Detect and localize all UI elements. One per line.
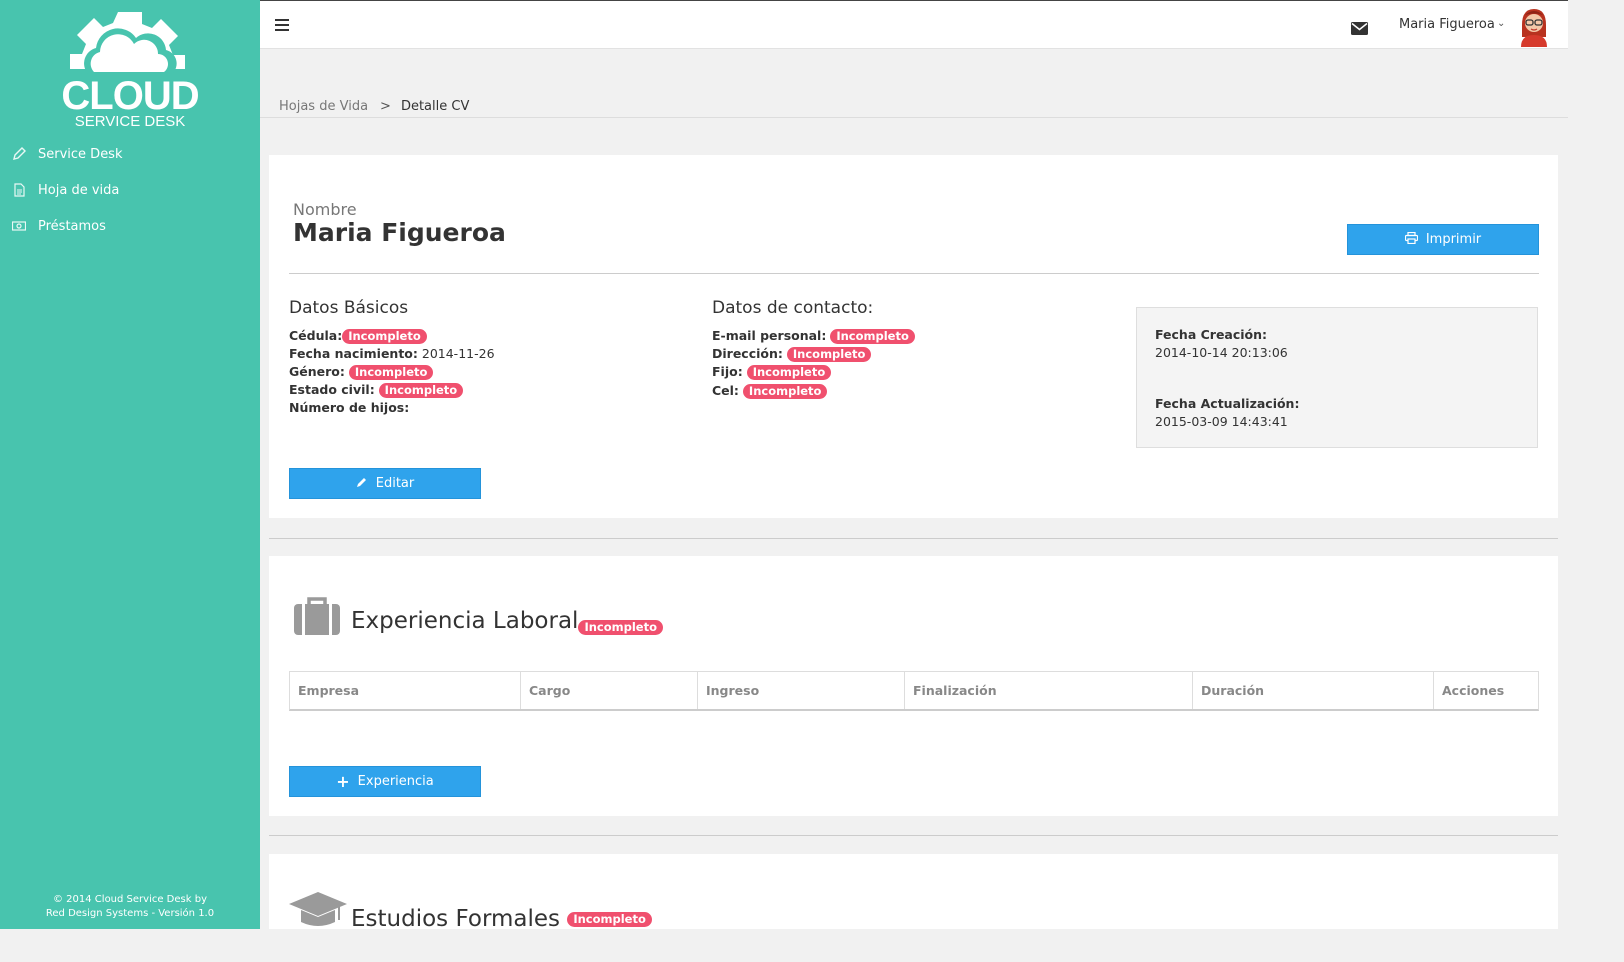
table-header[interactable]: Duración bbox=[1193, 672, 1434, 709]
breadcrumb-current: Detalle CV bbox=[400, 99, 470, 114]
breadcrumb-separator: > bbox=[380, 99, 391, 114]
children-label: Número de hijos: bbox=[289, 400, 410, 415]
address-label: Dirección: bbox=[712, 346, 783, 361]
civil-status-label: Estado civil: bbox=[289, 382, 375, 397]
status-badge: Incompleto bbox=[567, 912, 652, 927]
full-name: Maria Figueroa bbox=[293, 218, 506, 247]
education-panel: Estudios Formales Incompleto bbox=[269, 854, 1558, 932]
status-badge: Incompleto bbox=[786, 347, 872, 362]
divider bbox=[269, 835, 1558, 836]
gender-label: Género: bbox=[289, 364, 345, 379]
address-field: Dirección: Incompleto bbox=[712, 345, 872, 363]
plus-icon: + bbox=[336, 772, 350, 791]
edit-button[interactable]: Editar bbox=[289, 468, 481, 499]
footer-copyright: © 2014 Cloud Service Desk by bbox=[53, 894, 207, 905]
status-badge: Incompleto bbox=[348, 365, 434, 380]
breadcrumb: Hojas de Vida > Detalle CV bbox=[279, 99, 469, 114]
edit-button-label: Editar bbox=[375, 476, 415, 491]
gender-field: Género: Incompleto bbox=[289, 363, 434, 381]
footer-version: Red Design Systems - Versión 1.0 bbox=[45, 908, 215, 919]
sidebar: CLOUD SERVICE DESK Service Desk Hoja de … bbox=[0, 0, 260, 929]
briefcase-icon bbox=[294, 596, 340, 640]
menu-toggle-icon[interactable] bbox=[275, 19, 289, 31]
education-title-text: Estudios Formales bbox=[351, 906, 561, 932]
updated-label: Fecha Actualización: bbox=[1155, 396, 1300, 411]
printer-icon bbox=[1404, 231, 1418, 248]
sidebar-nav: Service Desk Hoja de vida Préstamos bbox=[0, 136, 260, 244]
record-dates-box: Fecha Creación: 2014-10-14 20:13:06 Fech… bbox=[1136, 307, 1538, 448]
logo-subtitle: SERVICE DESK bbox=[74, 113, 186, 130]
sidebar-item-hoja-de-vida[interactable]: Hoja de vida bbox=[0, 172, 260, 208]
add-experience-button[interactable]: + Experiencia bbox=[289, 766, 481, 797]
pencil-icon bbox=[12, 147, 26, 161]
cell-label: Cel: bbox=[712, 383, 739, 398]
sidebar-item-service-desk[interactable]: Service Desk bbox=[0, 136, 260, 172]
table-header[interactable]: Empresa bbox=[290, 672, 521, 709]
contact-data-title: Datos de contacto: bbox=[712, 298, 874, 318]
experience-title-text: Experiencia Laboral bbox=[351, 608, 579, 634]
sidebar-item-label: Service Desk bbox=[38, 146, 123, 162]
email-field: E-mail personal: Incompleto bbox=[712, 327, 915, 345]
chevron-down-icon[interactable]: ⌄ bbox=[1497, 18, 1505, 29]
sidebar-item-label: Préstamos bbox=[38, 218, 106, 234]
experience-panel: Experiencia Laboral Incompleto Empresa Ca… bbox=[269, 556, 1558, 816]
status-badge: Incompleto bbox=[578, 620, 663, 635]
print-button[interactable]: Imprimir bbox=[1347, 224, 1539, 255]
profile-panel: Nombre Maria Figueroa Imprimir Datos Bás… bbox=[269, 155, 1558, 518]
created-label: Fecha Creación: bbox=[1155, 327, 1268, 342]
divider bbox=[269, 538, 1558, 539]
logo[interactable]: CLOUD SERVICE DESK bbox=[60, 8, 200, 130]
status-badge: Incompleto bbox=[742, 384, 828, 399]
name-label: Nombre bbox=[293, 200, 357, 219]
experience-table: Empresa Cargo Ingreso Finalización Durac… bbox=[289, 671, 1539, 711]
breadcrumb-link-hojas-de-vida[interactable]: Hojas de Vida bbox=[279, 99, 368, 114]
status-badge: Incompleto bbox=[830, 329, 915, 344]
user-menu-name[interactable]: Maria Figueroa bbox=[1399, 17, 1495, 32]
add-experience-label: Experiencia bbox=[357, 774, 434, 789]
sidebar-item-label: Hoja de vida bbox=[38, 182, 120, 198]
sidebar-item-prestamos[interactable]: Préstamos bbox=[0, 208, 260, 244]
top-bar: Maria Figueroa ⌄ bbox=[260, 0, 1568, 49]
cedula-label: Cédula: bbox=[289, 328, 343, 343]
basic-data-title: Datos Básicos bbox=[289, 298, 409, 318]
email-label: E-mail personal: bbox=[712, 328, 827, 343]
status-badge: Incompleto bbox=[378, 383, 464, 398]
phone-label: Fijo: bbox=[712, 364, 743, 379]
experience-title: Experiencia Laboral Incompleto bbox=[351, 608, 663, 635]
mail-icon[interactable] bbox=[1351, 20, 1368, 35]
status-badge: Incompleto bbox=[746, 365, 832, 380]
table-header[interactable]: Ingreso bbox=[698, 672, 905, 709]
birth-date-label: Fecha nacimiento: bbox=[289, 346, 418, 361]
money-icon bbox=[11, 219, 27, 233]
document-icon bbox=[12, 183, 26, 197]
cell-field: Cel: Incompleto bbox=[712, 382, 828, 400]
children-field: Número de hijos: bbox=[289, 399, 409, 417]
graduation-cap-icon bbox=[289, 892, 347, 934]
pencil-icon bbox=[356, 476, 368, 492]
print-button-label: Imprimir bbox=[1425, 232, 1482, 247]
civil-status-field: Estado civil: Incompleto bbox=[289, 381, 464, 399]
updated-value: 2015-03-09 14:43:41 bbox=[1155, 414, 1288, 429]
status-badge: Incompleto bbox=[342, 329, 427, 344]
phone-field: Fijo: Incompleto bbox=[712, 363, 832, 381]
logo-title: CLOUD bbox=[61, 74, 199, 118]
created-value: 2014-10-14 20:13:06 bbox=[1155, 345, 1288, 360]
divider bbox=[260, 117, 1568, 118]
table-header: Acciones bbox=[1442, 683, 1505, 698]
avatar[interactable] bbox=[1516, 5, 1552, 47]
sidebar-footer: © 2014 Cloud Service Desk by Red Design … bbox=[0, 893, 260, 921]
birth-date-field: Fecha nacimiento: 2014-11-26 bbox=[289, 345, 495, 363]
cedula-field: Cédula: Incompleto bbox=[289, 327, 427, 345]
birth-date-value: 2014-11-26 bbox=[421, 346, 495, 361]
table-header[interactable]: Cargo bbox=[521, 672, 698, 709]
divider bbox=[289, 273, 1539, 274]
table-header[interactable]: Finalización bbox=[905, 672, 1193, 709]
education-title: Estudios Formales Incompleto bbox=[351, 906, 652, 932]
